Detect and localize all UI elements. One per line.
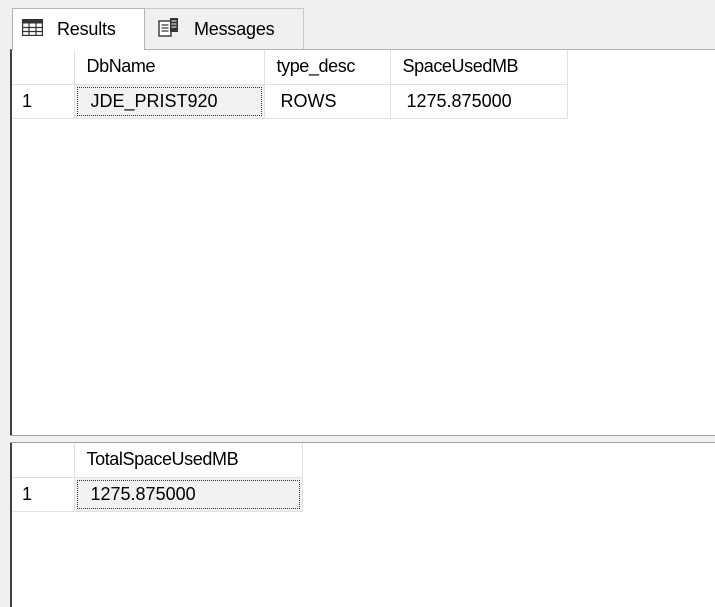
messages-icon	[158, 17, 180, 42]
column-header-dbname[interactable]: DbName	[74, 50, 265, 85]
column-header-spaceusedmb[interactable]: SpaceUsedMB	[390, 50, 568, 85]
tab-results-label: Results	[57, 19, 116, 39]
table-row: 1 JDE_PRIST920 ROWS 1275.875000	[12, 84, 568, 119]
result-grid-1[interactable]: DbName type_desc SpaceUsedMB 1 JDE_PRIST…	[10, 49, 715, 435]
column-header-totalspaceusedmb[interactable]: TotalSpaceUsedMB	[74, 443, 303, 478]
row-number[interactable]: 1	[12, 477, 75, 512]
table-row: 1 1275.875000	[12, 477, 303, 512]
header-row: DbName type_desc SpaceUsedMB	[12, 50, 568, 85]
tab-results[interactable]: Results	[12, 8, 145, 50]
results-tabstrip: Results Messages	[0, 0, 715, 50]
cell-totalspaceusedmb[interactable]: 1275.875000	[74, 477, 303, 512]
header-row: TotalSpaceUsedMB	[12, 443, 303, 478]
tab-messages[interactable]: Messages	[145, 8, 304, 50]
results-splitter[interactable]	[10, 435, 715, 443]
column-header-type-desc[interactable]: type_desc	[264, 50, 391, 85]
corner-cell[interactable]	[12, 443, 75, 478]
cell-type-desc[interactable]: ROWS	[264, 84, 391, 119]
tab-messages-label: Messages	[194, 18, 275, 39]
cell-dbname[interactable]: JDE_PRIST920	[74, 84, 265, 119]
grid-icon	[21, 18, 44, 41]
row-number[interactable]: 1	[12, 84, 75, 119]
result-table-1: DbName type_desc SpaceUsedMB 1 JDE_PRIST…	[12, 50, 568, 119]
corner-cell[interactable]	[12, 50, 75, 85]
cell-spaceusedmb[interactable]: 1275.875000	[390, 84, 568, 119]
result-table-2: TotalSpaceUsedMB 1 1275.875000	[12, 443, 303, 512]
result-grid-2[interactable]: TotalSpaceUsedMB 1 1275.875000	[10, 443, 715, 607]
